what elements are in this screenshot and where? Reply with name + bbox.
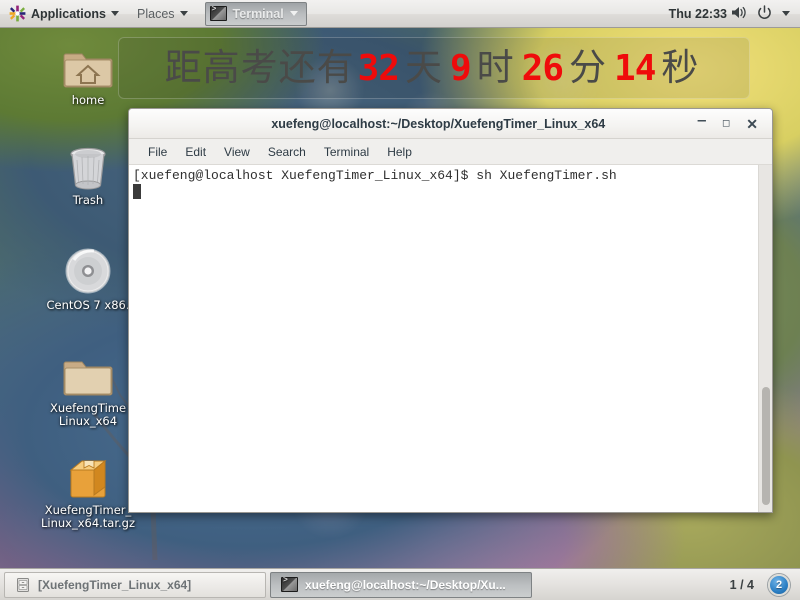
applications-menu-label: Applications xyxy=(31,6,107,21)
trash-icon xyxy=(65,140,111,190)
terminal-menubar[interactable]: File Edit View Search Terminal Help xyxy=(129,139,772,165)
countdown-hours: 9 xyxy=(449,48,472,89)
bottom-panel[interactable]: [XuefengTimer_Linux_x64] xuefeng@localho… xyxy=(0,568,800,600)
taskbar-item-label: xuefeng@localhost:~/Desktop/Xu... xyxy=(305,577,506,592)
countdown-hours-unit: 时 xyxy=(476,46,515,89)
taskbar-item-file-manager[interactable]: [XuefengTimer_Linux_x64] xyxy=(4,571,266,598)
home-folder-icon xyxy=(63,40,113,90)
desktop-icon-label: home xyxy=(71,93,105,107)
folder-icon xyxy=(63,348,113,398)
countdown-minutes: 26 xyxy=(521,48,564,89)
terminal-titlebar[interactable]: xuefeng@localhost:~/Desktop/XuefengTimer… xyxy=(129,109,772,139)
chevron-down-icon[interactable] xyxy=(782,11,790,16)
taskbar-item-label: [XuefengTimer_Linux_x64] xyxy=(38,577,192,592)
panel-status-area xyxy=(731,4,800,23)
countdown-seconds-unit: 秒 xyxy=(661,46,700,89)
archive-icon xyxy=(66,450,110,500)
places-menu[interactable]: Places xyxy=(128,0,197,28)
countdown-days-unit: 天 xyxy=(404,46,443,89)
menu-item-help[interactable]: Help xyxy=(378,139,421,165)
desktop-icon-xuefengtimer-archive[interactable]: XuefengTimer_ Linux_x64.tar.gz xyxy=(40,450,136,530)
close-button[interactable]: ✕ xyxy=(746,117,758,131)
countdown-seconds: 14 xyxy=(614,48,656,89)
desktop-icon-label: CentOS 7 x86. xyxy=(46,298,130,312)
terminal-icon xyxy=(281,576,298,592)
centos-logo-icon xyxy=(9,5,26,22)
countdown-widget[interactable]: 距高考还有 32 天 9 时 26 分 14 秒 xyxy=(118,37,750,99)
menu-item-search[interactable]: Search xyxy=(259,139,315,165)
volume-icon[interactable] xyxy=(731,5,747,23)
desktop-icon-trash[interactable]: Trash xyxy=(40,140,136,207)
terminal-window[interactable]: xuefeng@localhost:~/Desktop/XuefengTimer… xyxy=(128,108,773,513)
terminal-scrollbar[interactable] xyxy=(758,165,772,512)
power-icon[interactable] xyxy=(757,4,772,23)
taskbar-item-terminal[interactable]: xuefeng@localhost:~/Desktop/Xu... xyxy=(270,571,532,598)
desktop-icon-label: XuefengTime Linux_x64 xyxy=(49,401,127,428)
clock[interactable]: Thu 22:33 xyxy=(665,7,731,21)
terminal-scrollbar-thumb[interactable] xyxy=(762,387,770,505)
window-list-item-terminal[interactable]: Terminal xyxy=(204,1,307,26)
notification-badge[interactable]: 2 xyxy=(768,573,790,596)
maximize-button[interactable]: ◻ xyxy=(722,118,730,129)
menu-item-edit[interactable]: Edit xyxy=(176,139,215,165)
window-controls: ‒ ◻ ✕ xyxy=(688,113,772,131)
desktop-icon-label: Trash xyxy=(72,193,104,207)
workspace-switcher[interactable]: 1 / 4 xyxy=(720,578,764,592)
menu-item-file[interactable]: File xyxy=(139,139,176,165)
countdown-days: 32 xyxy=(357,48,400,89)
menu-item-terminal[interactable]: Terminal xyxy=(315,139,378,165)
applications-menu[interactable]: Applications xyxy=(0,0,128,28)
shell-command: sh XuefengTimer.sh xyxy=(476,168,617,183)
terminal-body[interactable]: [xuefeng@localhost XuefengTimer_Linux_x6… xyxy=(129,165,772,512)
menu-item-view[interactable]: View xyxy=(215,139,259,165)
terminal-output[interactable]: [xuefeng@localhost XuefengTimer_Linux_x6… xyxy=(129,165,758,512)
desktop-icon-centos-disc[interactable]: CentOS 7 x86. xyxy=(40,245,136,312)
shell-prompt: [xuefeng@localhost XuefengTimer_Linux_x6… xyxy=(133,168,477,183)
file-manager-icon xyxy=(15,577,31,593)
terminal-cursor xyxy=(133,184,141,199)
top-panel[interactable]: Applications Places Terminal Thu 22:33 xyxy=(0,0,800,28)
window-list-item-label: Terminal xyxy=(232,6,284,21)
terminal-icon xyxy=(209,5,227,21)
countdown-text: 距高考还有 32 天 9 时 26 分 14 秒 xyxy=(165,49,704,87)
chevron-down-icon xyxy=(111,11,120,16)
desktop-icon-label: XuefengTimer_ Linux_x64.tar.gz xyxy=(40,503,136,530)
places-menu-label: Places xyxy=(137,6,175,21)
countdown-minutes-unit: 分 xyxy=(569,46,608,89)
window-title: xuefeng@localhost:~/Desktop/XuefengTimer… xyxy=(271,116,606,131)
chevron-down-icon xyxy=(179,11,188,16)
optical-disc-icon xyxy=(64,245,112,295)
desktop-icon-xuefengtimer-folder[interactable]: XuefengTime Linux_x64 xyxy=(40,348,136,428)
countdown-prefix: 距高考还有 xyxy=(164,46,355,89)
desktop[interactable]: home Trash CentOS 7 x86. XuefengTime Lin… xyxy=(0,0,800,600)
chevron-down-icon xyxy=(289,11,298,16)
minimize-button[interactable]: ‒ xyxy=(698,113,706,128)
